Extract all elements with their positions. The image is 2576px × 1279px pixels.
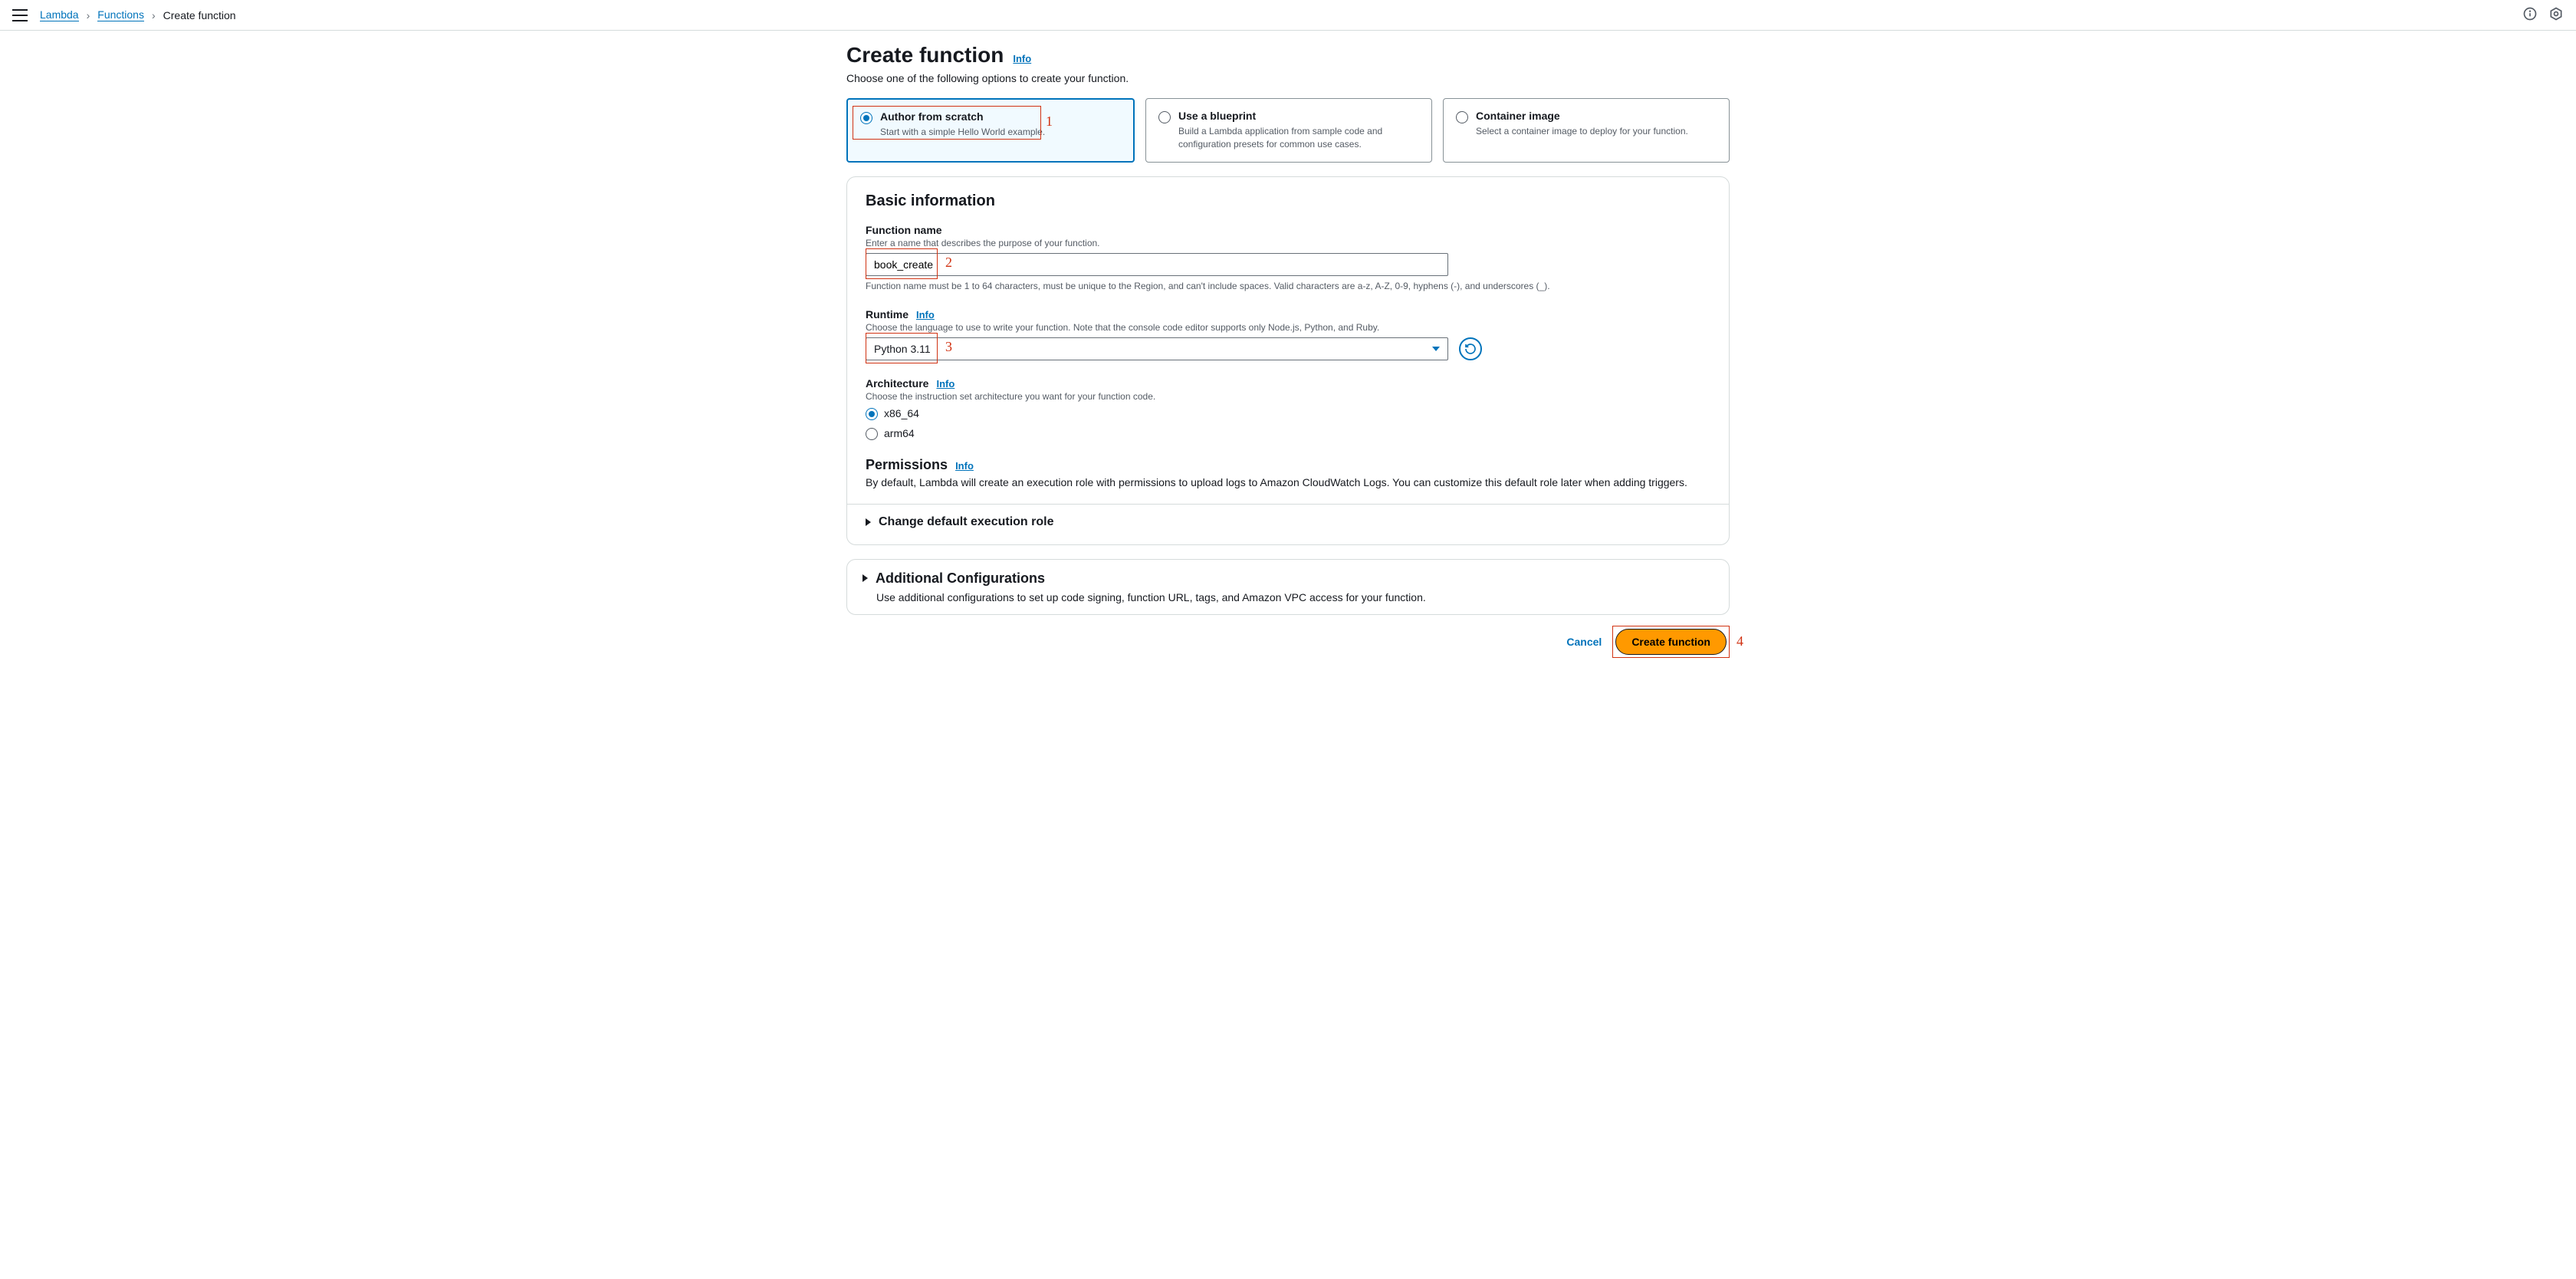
annotation-2: 2 [945,255,952,271]
option-author-from-scratch[interactable]: Author from scratch Start with a simple … [846,98,1135,163]
architecture-option-arm64[interactable]: arm64 [866,426,1464,440]
runtime-hint: Choose the language to use to write your… [866,322,1710,333]
radio-icon [866,428,878,440]
architecture-info-link[interactable]: Info [936,378,955,390]
permissions-section: Permissions Info By default, Lambda will… [866,457,1710,488]
chevron-right-icon: › [152,9,156,21]
annotation-3: 3 [945,339,952,355]
hamburger-menu-icon[interactable] [12,9,28,21]
breadcrumb-lambda[interactable]: Lambda [40,8,79,21]
refresh-button[interactable] [1459,337,1482,360]
creation-options: Author from scratch Start with a simple … [846,98,1730,163]
architecture-field: Architecture Info Choose the instruction… [866,377,1464,440]
basic-information-panel: Basic information Function name Enter a … [846,176,1730,545]
option-use-blueprint[interactable]: Use a blueprint Build a Lambda applicati… [1145,98,1432,163]
additional-config-title: Additional Configurations [876,570,1045,587]
page-title: Create function [846,43,1004,67]
permissions-text: By default, Lambda will create an execut… [866,476,1710,488]
function-name-hint: Enter a name that describes the purpose … [866,238,1710,248]
execution-role-expander-title: Change default execution role [879,515,1053,529]
permissions-label: Permissions [866,457,948,473]
function-name-field: Function name Enter a name that describe… [866,224,1710,291]
function-name-constraint: Function name must be 1 to 64 characters… [866,281,1710,291]
option-desc: Select a container image to deploy for y… [1476,125,1688,138]
divider [847,504,1729,505]
topbar: Lambda › Functions › Create function [0,0,2576,31]
caret-right-icon [866,518,871,526]
footer-actions: Cancel Create function 4 [846,629,1730,655]
runtime-info-link[interactable]: Info [916,309,935,321]
permissions-info-link[interactable]: Info [955,460,974,472]
option-title: Author from scratch [880,110,1045,123]
breadcrumb: Lambda › Functions › Create function [40,8,236,21]
runtime-select[interactable]: Python 3.11 [866,337,1448,360]
runtime-field: Runtime Info Choose the language to use … [866,308,1710,360]
settings-icon[interactable] [2548,6,2564,24]
function-name-label: Function name [866,224,942,236]
additional-config-panel: Additional Configurations Use additional… [846,559,1730,615]
radio-icon [1158,111,1171,123]
option-container-image[interactable]: Container image Select a container image… [1443,98,1730,163]
option-desc: Build a Lambda application from sample c… [1178,125,1419,151]
additional-config-desc: Use additional configurations to set up … [876,591,1714,603]
caret-right-icon [863,574,868,582]
panel-title: Basic information [866,192,1710,210]
option-desc: Start with a simple Hello World example. [880,126,1045,139]
chevron-right-icon: › [87,9,90,21]
architecture-option-label: arm64 [884,427,915,439]
architecture-option-label: x86_64 [884,407,919,419]
page-subtitle: Choose one of the following options to c… [846,72,1730,84]
breadcrumb-functions[interactable]: Functions [97,8,144,21]
annotation-1: 1 [1046,113,1053,130]
main-content: Create function Info Choose one of the f… [828,31,1748,686]
info-link[interactable]: Info [1013,53,1031,64]
cancel-button[interactable]: Cancel [1566,636,1602,648]
architecture-label: Architecture [866,377,928,390]
architecture-option-x86[interactable]: x86_64 [866,406,1464,420]
function-name-input[interactable] [866,253,1448,276]
radio-selected-icon [866,408,878,420]
create-function-button[interactable]: Create function [1615,629,1727,655]
info-circle-icon[interactable] [2522,6,2538,24]
runtime-label: Runtime [866,308,909,321]
option-title: Use a blueprint [1178,110,1419,122]
caret-down-icon [1432,347,1440,351]
runtime-value: Python 3.11 [874,343,931,355]
radio-icon [1456,111,1468,123]
radio-selected-icon [860,112,872,124]
architecture-hint: Choose the instruction set architecture … [866,391,1464,402]
refresh-icon [1464,343,1477,355]
execution-role-expander[interactable]: Change default execution role [866,515,1710,529]
option-title: Container image [1476,110,1688,122]
breadcrumb-current: Create function [163,9,236,21]
annotation-4: 4 [1737,633,1743,649]
additional-config-expander[interactable]: Additional Configurations [863,570,1714,587]
